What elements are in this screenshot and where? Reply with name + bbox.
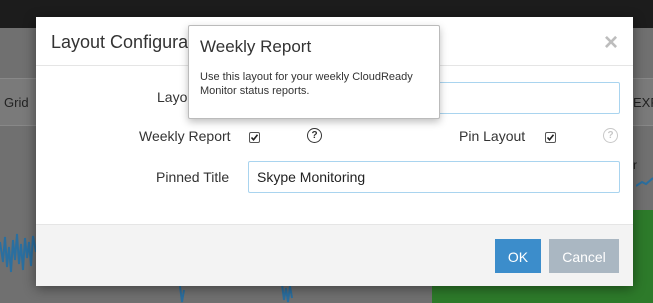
pin-layout-checkbox[interactable] (545, 132, 556, 143)
background-export-label: EXP (633, 95, 653, 110)
background-chart-right (636, 177, 653, 187)
pin-layout-label: Pin Layout (459, 128, 526, 144)
popover-body: Use this layout for your weekly CloudRea… (200, 71, 413, 97)
weekly-report-help-icon[interactable]: ? (307, 128, 322, 143)
pin-layout-help-icon[interactable]: ? (603, 128, 618, 143)
background-chart-bottom (179, 284, 293, 303)
background-grid-label: Grid (4, 95, 29, 110)
cancel-button[interactable]: Cancel (549, 239, 619, 273)
weekly-report-popover: Weekly Report Use this layout for your w… (188, 25, 440, 119)
pinned-title-input[interactable] (248, 161, 620, 193)
ok-button[interactable]: OK (495, 239, 541, 273)
weekly-report-label: Weekly Report (139, 128, 231, 144)
close-icon[interactable]: × (604, 31, 618, 55)
dialog-footer: OK Cancel (36, 224, 633, 286)
pinned-title-label: Pinned Title (156, 169, 230, 185)
weekly-report-checkbox[interactable] (249, 132, 260, 143)
popover-title: Weekly Report (200, 37, 312, 56)
background-chart-left (0, 233, 36, 273)
